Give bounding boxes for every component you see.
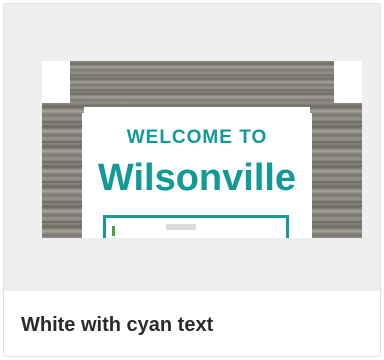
preview-area: WELCOME TO Wilsonville [4, 4, 380, 291]
sign-welcome-text: WELCOME TO [126, 127, 268, 148]
option-card-white-cyan[interactable]: WELCOME TO Wilsonville White with cyan t… [3, 3, 381, 357]
sign-map-box [103, 215, 289, 238]
option-caption[interactable]: White with cyan text [4, 291, 380, 356]
wood-background-right [310, 103, 362, 238]
wood-background-top [70, 61, 334, 107]
option-label: White with cyan text [21, 314, 214, 336]
sign-preview-image: WELCOME TO Wilsonville [42, 61, 362, 238]
sign-city-name: Wilsonville [97, 157, 297, 199]
welcome-sign: WELCOME TO Wilsonville [82, 113, 312, 238]
wood-background-left [42, 103, 84, 238]
map-mark [112, 226, 115, 236]
map-mark [166, 224, 196, 230]
